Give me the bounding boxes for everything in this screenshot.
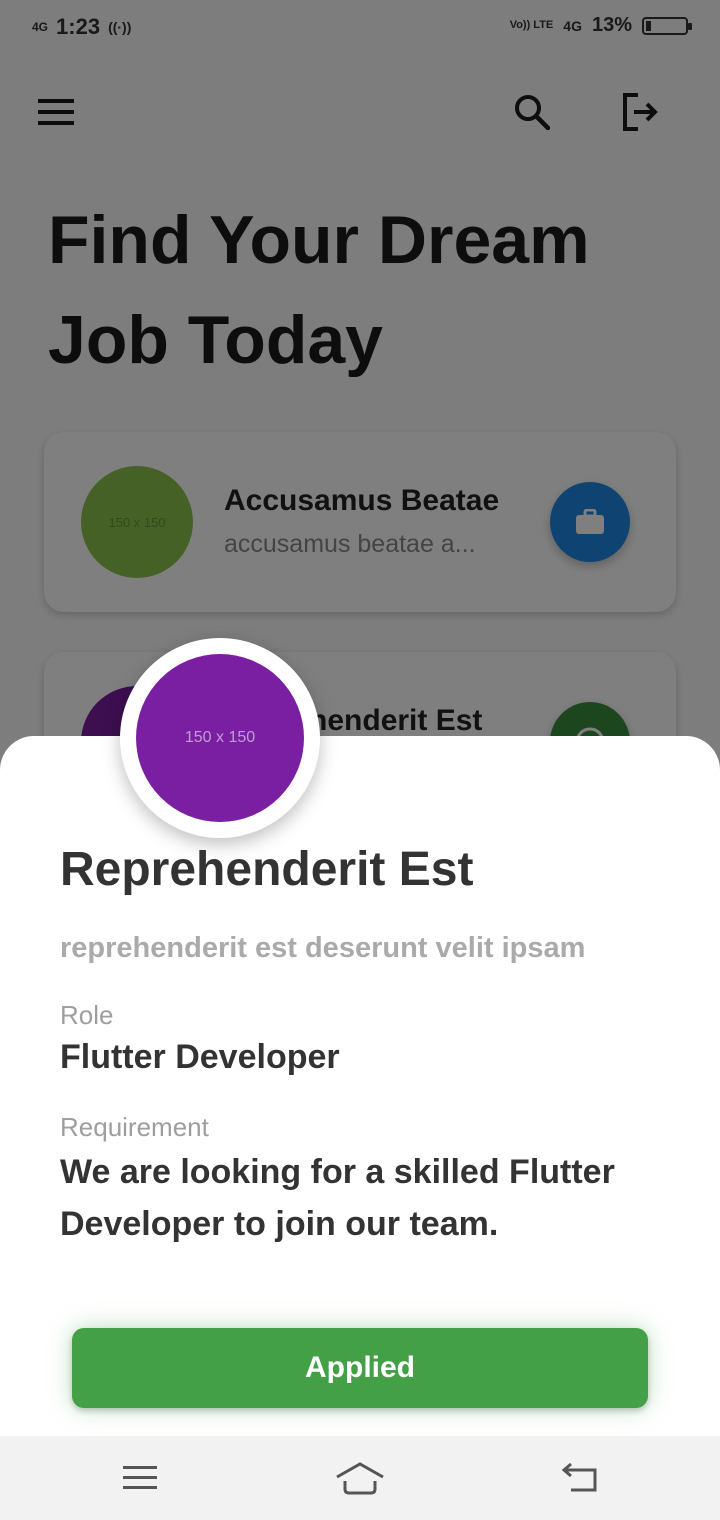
- home-icon: [336, 1462, 384, 1495]
- role-label: Role: [60, 1000, 114, 1030]
- detail-avatar: 150 x 150: [136, 654, 304, 822]
- requirement-label: Requirement: [60, 1112, 209, 1142]
- recent-apps-icon: [123, 1466, 157, 1489]
- back-button[interactable]: [550, 1452, 610, 1504]
- system-nav-bar: [0, 1436, 720, 1520]
- home-button[interactable]: [330, 1452, 390, 1504]
- role-value: Flutter Developer: [60, 1038, 340, 1076]
- detail-description: reprehenderit est deserunt velit ipsam: [60, 932, 586, 964]
- recent-apps-button[interactable]: [110, 1452, 170, 1504]
- requirement-value: We are looking for a skilled Flutter Dev…: [60, 1153, 615, 1243]
- avatar-placeholder-text: 150 x 150: [184, 729, 256, 746]
- detail-avatar-ring: 150 x 150: [120, 638, 320, 838]
- back-icon: [561, 1462, 597, 1492]
- applied-button[interactable]: Applied: [72, 1328, 648, 1408]
- detail-title: Reprehenderit Est: [60, 843, 474, 896]
